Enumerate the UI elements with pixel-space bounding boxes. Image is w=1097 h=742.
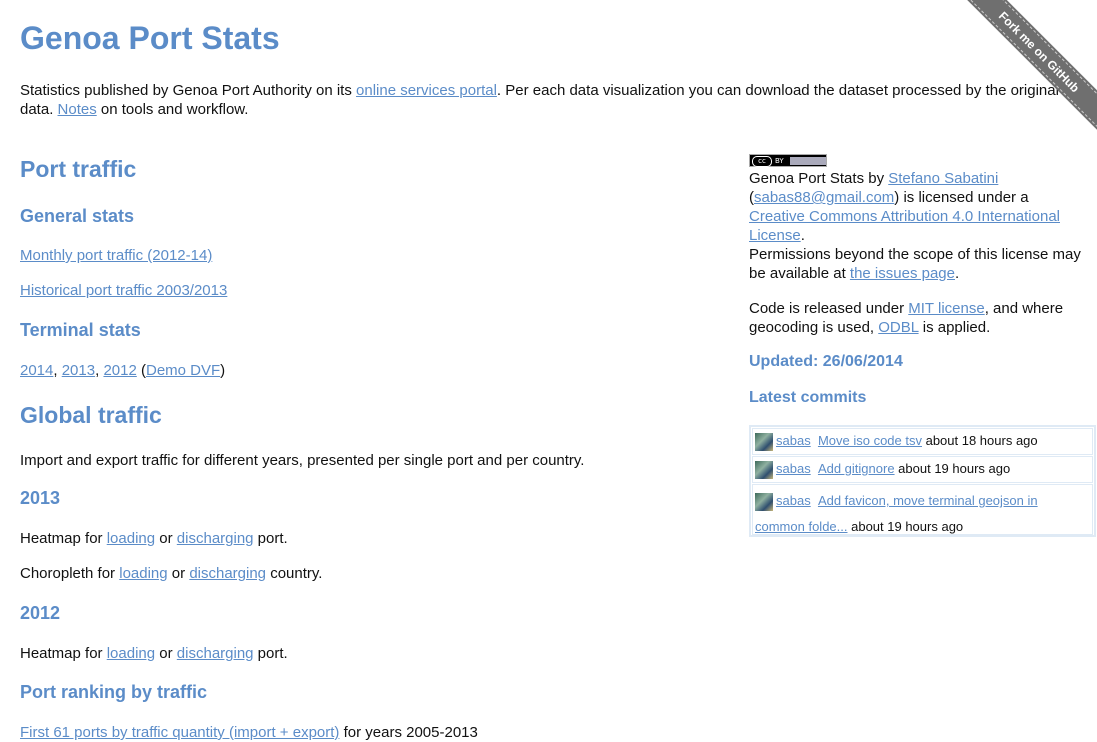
choropleth-suffix: country. (266, 565, 323, 582)
port-ranking-heading: Port ranking by traffic (20, 682, 208, 702)
commits-list: sabas Move iso code tsv about 18 hours a… (749, 425, 1096, 537)
port-traffic-heading: Port traffic (20, 156, 137, 182)
choropleth-2013-discharging-link[interactable]: discharging (189, 565, 266, 582)
paren-close: ) (220, 362, 226, 379)
code-prefix: Code is released under (749, 300, 909, 317)
or-text: or (155, 530, 177, 547)
license-prefix: Genoa Port Stats by (749, 170, 889, 187)
fork-ribbon-container: Fork me on GitHub (947, 0, 1097, 150)
page-title: Genoa Port Stats (20, 20, 280, 56)
avatar (755, 492, 773, 511)
badge-decoration (790, 157, 826, 165)
terminal-2014-link[interactable]: 2014 (20, 362, 53, 379)
heatmap-2013-loading-link[interactable]: loading (107, 530, 155, 547)
commit-user-link[interactable]: sabas (776, 461, 811, 476)
commit-message-link[interactable]: Move iso code tsv (818, 433, 922, 448)
commit-message-link[interactable]: Add gitignore (818, 461, 895, 476)
terminal-2012-link[interactable]: 2012 (103, 362, 136, 379)
cc-icon: cc (752, 156, 772, 167)
commit-time: about 19 hours ago (894, 461, 1011, 476)
monthly-port-traffic-link[interactable]: Monthly port traffic (2012-14) (20, 247, 212, 264)
heatmap-2012-loading-link[interactable]: loading (107, 645, 155, 662)
avatar (755, 460, 773, 479)
commit-user-link[interactable]: sabas (776, 433, 811, 448)
terminal-2013-link[interactable]: 2013 (62, 362, 95, 379)
latest-commits-heading: Latest commits (749, 389, 867, 406)
issues-page-link[interactable]: the issues page (850, 265, 955, 282)
period: . (954, 265, 960, 282)
commit-user-link[interactable]: sabas (776, 493, 811, 508)
heatmap-2012-discharging-link[interactable]: discharging (177, 645, 254, 662)
intro-paragraph: Statistics published by Genoa Port Autho… (20, 81, 1060, 119)
odbl-link[interactable]: ODBL (878, 319, 918, 336)
author-email-link[interactable]: sabas88@gmail.com (754, 189, 894, 206)
separator: , (53, 362, 62, 379)
commit-item: sabas Add gitignore about 19 hours ago (752, 456, 1093, 483)
commit-time: about 19 hours ago (847, 519, 964, 534)
author-link[interactable]: Stefano Sabatini (888, 170, 998, 187)
choropleth-2013-line: Choropleth for loading or discharging co… (20, 564, 322, 583)
paren-open: ( (136, 362, 146, 379)
monthly-line: Monthly port traffic (2012-14) (20, 246, 212, 265)
heatmap-suffix: port. (253, 645, 288, 662)
historical-line: Historical port traffic 2003/2013 (20, 281, 227, 300)
terminal-stats-heading: Terminal stats (20, 320, 141, 340)
ranking-line: First 61 ports by traffic quantity (impo… (20, 723, 478, 742)
online-services-portal-link[interactable]: online services portal (356, 82, 497, 99)
global-traffic-heading: Global traffic (20, 402, 162, 428)
global-traffic-description: Import and export traffic for different … (20, 452, 585, 469)
year-2012-heading: 2012 (20, 603, 61, 623)
heatmap-2013-line: Heatmap for loading or discharging port. (20, 529, 288, 548)
commit-item: sabas Add favicon, move terminal geojson… (752, 484, 1093, 535)
port-ranking-link[interactable]: First 61 ports by traffic quantity (impo… (20, 724, 339, 741)
commit-item: sabas Move iso code tsv about 18 hours a… (752, 428, 1093, 455)
cc-license-badge[interactable]: cc BY (749, 154, 827, 167)
license-middle: ) is licensed under a (894, 189, 1029, 206)
fork-on-github-ribbon[interactable]: Fork me on GitHub (959, 0, 1097, 132)
heatmap-suffix: port. (253, 530, 288, 547)
heatmap-prefix: Heatmap for (20, 645, 107, 662)
terminal-years-line: 2014, 2013, 2012 (Demo DVF) (20, 361, 225, 380)
code-license-text: Code is released under MIT license, and … (749, 299, 1084, 337)
by-icon: BY (775, 157, 784, 165)
choropleth-prefix: Choropleth for (20, 565, 120, 582)
or-text: or (155, 645, 177, 662)
heatmap-prefix: Heatmap for (20, 530, 107, 547)
general-stats-heading: General stats (20, 206, 135, 226)
historical-port-traffic-link[interactable]: Historical port traffic 2003/2013 (20, 282, 227, 299)
intro-text: Statistics published by Genoa Port Autho… (20, 82, 357, 99)
heatmap-2013-discharging-link[interactable]: discharging (177, 530, 254, 547)
ranking-suffix: for years 2005-2013 (339, 724, 478, 741)
mit-license-link[interactable]: MIT license (908, 300, 984, 317)
intro-text: on tools and workflow. (96, 101, 249, 118)
cc-license-link[interactable]: Creative Commons Attribution 4.0 Interna… (749, 208, 1060, 244)
period: . (800, 227, 805, 244)
code-suffix: is applied. (918, 319, 991, 336)
year-2013-heading: 2013 (20, 488, 61, 508)
demo-dvf-link[interactable]: Demo DVF (146, 362, 220, 379)
notes-link[interactable]: Notes (58, 101, 97, 118)
or-text: or (167, 565, 190, 582)
commit-time: about 18 hours ago (921, 433, 1038, 448)
avatar (755, 432, 773, 451)
updated-date: Updated: 26/06/2014 (749, 353, 903, 370)
heatmap-2012-line: Heatmap for loading or discharging port. (20, 644, 288, 663)
choropleth-2013-loading-link[interactable]: loading (119, 565, 167, 582)
license-text: Genoa Port Stats by Stefano Sabatini (sab… (749, 169, 1084, 283)
